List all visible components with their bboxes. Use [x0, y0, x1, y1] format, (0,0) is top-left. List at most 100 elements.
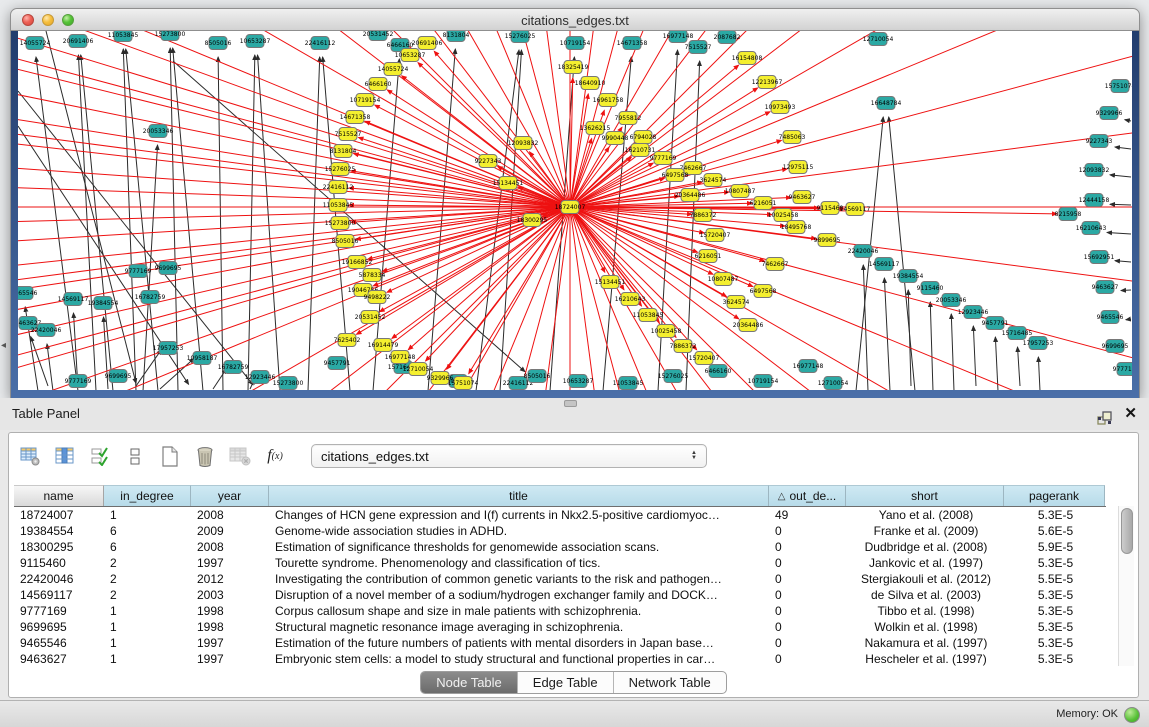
network-edge-red[interactable]	[18, 31, 570, 207]
network-node[interactable]: 10719154	[748, 375, 779, 388]
network-edge-red[interactable]	[18, 31, 570, 207]
network-edge-black[interactable]	[1018, 347, 1020, 386]
column-header-in_degree[interactable]: in_degree	[104, 485, 191, 506]
network-node[interactable]: 16648784	[871, 97, 902, 110]
table-row[interactable]: 977716911998Corpus callosum shape and si…	[14, 603, 1106, 619]
network-edge-red[interactable]	[18, 31, 570, 207]
network-edge-red[interactable]	[18, 31, 570, 207]
network-node[interactable]: 9115460	[917, 282, 944, 295]
network-node[interactable]: 15273800	[273, 377, 304, 390]
network-node[interactable]: 9465546	[18, 287, 38, 300]
network-edge-black[interactable]	[218, 57, 223, 390]
network-edge-black[interactable]	[930, 302, 933, 390]
column-header-out_de[interactable]: △out_de...	[769, 485, 846, 506]
network-edge-black[interactable]	[123, 49, 136, 390]
column-header-short[interactable]: short	[846, 485, 1004, 506]
network-node[interactable]: 14569117	[840, 203, 871, 216]
network-node[interactable]: 10653287	[563, 375, 594, 388]
column-header-title[interactable]: title	[269, 485, 769, 506]
network-node[interactable]: 12444158	[1079, 194, 1110, 207]
network-edge-black[interactable]	[1115, 147, 1131, 149]
network-node[interactable]: 20053346	[143, 125, 174, 138]
network-edge-black[interactable]	[78, 55, 96, 390]
network-node[interactable]: 8215958	[1055, 208, 1082, 221]
network-edge-red[interactable]	[570, 207, 1132, 390]
network-node[interactable]: 17957253	[1023, 337, 1054, 350]
network-edge-red[interactable]	[18, 31, 570, 207]
network-edge-black[interactable]	[1121, 290, 1131, 291]
network-node[interactable]: 10719154	[560, 37, 591, 50]
network-node[interactable]: 15720407	[700, 229, 731, 242]
network-node[interactable]: 17957253	[153, 342, 184, 355]
network-node[interactable]: 15751074	[1105, 80, 1132, 93]
table-row[interactable]: 1830029562008Estimation of significance …	[14, 539, 1106, 555]
network-edge-red[interactable]	[570, 207, 1132, 390]
network-node[interactable]: 9329966	[1096, 107, 1123, 120]
network-edge-red[interactable]	[18, 31, 570, 207]
network-node[interactable]: 6466160	[705, 365, 732, 378]
network-node[interactable]: 16977148	[793, 360, 824, 373]
network-node[interactable]: 12923446	[245, 371, 276, 384]
network-node[interactable]: 22416112	[305, 37, 336, 50]
network-node[interactable]: 13626215	[580, 122, 611, 135]
network-edge-red[interactable]	[402, 76, 570, 207]
network-node[interactable]: 7625402	[334, 334, 361, 347]
collapse-arrow-icon[interactable]: ◂	[1, 340, 6, 351]
network-node[interactable]: 9457791	[324, 357, 351, 370]
network-node[interactable]: 20691406	[412, 37, 443, 50]
network-edge-red[interactable]	[570, 207, 1132, 390]
network-edge-red[interactable]	[18, 31, 570, 207]
network-node[interactable]: 15276025	[658, 370, 689, 383]
minimize-button[interactable]	[42, 14, 54, 26]
float-window-icon[interactable]	[1097, 406, 1113, 421]
table-row[interactable]: 946554611997Estimation of the future num…	[14, 635, 1106, 651]
splitter-handle[interactable]	[564, 400, 577, 407]
network-node[interactable]: 9899695	[814, 234, 841, 247]
network-node[interactable]: 10958187	[187, 352, 218, 365]
network-node[interactable]: 15273800	[155, 31, 186, 41]
zoom-button[interactable]	[62, 14, 74, 26]
network-edge-red[interactable]	[349, 188, 570, 207]
network-node[interactable]: 6794028	[630, 131, 657, 144]
network-node[interactable]: 9699695	[105, 370, 132, 383]
network-node[interactable]: 8505016	[205, 37, 232, 50]
network-edge-red[interactable]	[18, 31, 570, 207]
network-edge-black[interactable]	[884, 278, 890, 390]
select-rows-icon[interactable]	[89, 445, 111, 467]
network-node[interactable]: 20364486	[733, 319, 764, 332]
create-column-icon[interactable]	[159, 445, 181, 467]
close-panel-icon[interactable]: ✕	[1124, 398, 1137, 430]
network-node[interactable]: 9777169	[1113, 363, 1132, 376]
network-node[interactable]: 19384554	[893, 270, 924, 283]
network-node[interactable]: 10653287	[240, 35, 271, 48]
network-node[interactable]: 10025458	[651, 325, 682, 338]
network-edge-black[interactable]	[908, 290, 911, 386]
network-node[interactable]: 15276025	[325, 163, 356, 176]
network-node[interactable]: 9463627	[1092, 281, 1119, 294]
delete-columns-icon[interactable]	[194, 445, 216, 467]
network-node[interactable]: 22420046	[848, 245, 879, 258]
network-edge-red[interactable]	[18, 31, 570, 207]
network-edge-black[interactable]	[1110, 175, 1131, 177]
network-node[interactable]: 9465546	[1097, 311, 1124, 324]
network-node[interactable]: 12975115	[783, 161, 814, 174]
column-header-pagerank[interactable]: pagerank	[1004, 485, 1105, 506]
network-node[interactable]: 11053845	[613, 377, 644, 390]
network-node[interactable]: 9699695	[155, 262, 182, 275]
network-edge-black[interactable]	[308, 57, 320, 390]
table-row[interactable]: 1872400712008Changes of HCN gene express…	[14, 507, 1106, 523]
delete-table-icon[interactable]	[229, 445, 251, 467]
network-edge-red[interactable]	[18, 31, 570, 207]
network-node[interactable]: 20531452	[355, 311, 386, 324]
network-edge-black[interactable]	[1115, 261, 1131, 262]
network-edge-red[interactable]	[18, 31, 570, 207]
network-node[interactable]: 16914479	[368, 339, 399, 352]
network-node[interactable]: 15720407	[689, 352, 720, 365]
network-node[interactable]: 20364486	[675, 189, 706, 202]
network-edge-black[interactable]	[1126, 319, 1131, 320]
network-node[interactable]: 18325419	[558, 61, 589, 74]
network-node[interactable]: 11053845	[633, 309, 664, 322]
network-node[interactable]: 20691406	[63, 35, 94, 48]
network-edge-red[interactable]	[570, 31, 1106, 207]
show-columns-icon[interactable]	[54, 445, 76, 467]
